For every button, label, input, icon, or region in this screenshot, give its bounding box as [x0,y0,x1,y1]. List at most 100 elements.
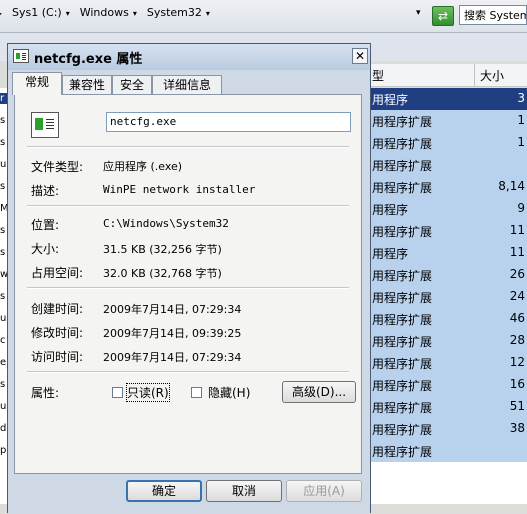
size-label: 大小: [31,242,60,256]
file-name-field[interactable]: netcfg.exe [106,112,351,132]
file-list: 用程序 3 用程序扩展 1 用程序扩展 1 用程序扩展 用程序扩展 8,14 用程序 9 … [370,88,527,504]
file-size-cell: 46 [509,311,525,325]
file-type-cell: 用程序扩展 [372,357,433,371]
file-type-cell: 用程序扩展 [372,291,433,305]
file-size-cell: 1 [517,135,525,149]
file-row[interactable]: 用程序 3 [370,88,527,110]
breadcrumb-separator-icon: ▸ [0,9,3,18]
file-size-cell: 28 [509,333,525,347]
hidden-checkbox-label[interactable]: 隐藏(H) [208,384,250,401]
explorer-address-bar: ▸ Sys1 (C:) ▾ Windows ▾ System32 ▾ ▾ ⇄ 搜索 Syst… [0,0,527,33]
divider [27,205,349,207]
size-on-disk-value: 32.0 KB (32,768 字节) [103,267,222,280]
modified-label: 修改时间: [31,326,84,340]
file-size-cell: 38 [509,421,525,435]
ok-button[interactable]: 确定 [126,480,202,502]
file-size-cell: 51 [509,399,525,413]
tab-general[interactable]: 常规 [12,72,62,95]
file-size-cell: 12 [509,355,525,369]
file-type-cell: 用程序 [372,93,409,107]
file-size-cell: 3 [517,91,525,105]
created-label: 创建时间: [31,302,84,316]
accessed-value: 2009年7月14日, 07:29:34 [103,351,242,364]
divider [27,287,349,289]
file-row[interactable]: 用程序扩展 8,14 [370,176,527,198]
column-header-size[interactable]: 大小 [480,67,504,84]
file-row[interactable]: 用程序扩展 38 [370,418,527,440]
search-input[interactable]: 搜索 System [459,5,527,25]
dialog-titlebar[interactable]: netcfg.exe 属性 ✕ [8,44,370,70]
readonly-checkbox[interactable] [112,387,123,398]
file-row[interactable]: 用程序扩展 26 [370,264,527,286]
file-row[interactable]: 用程序 9 [370,198,527,220]
hidden-checkbox[interactable] [191,387,202,398]
advanced-button[interactable]: 高级(D)... [282,381,356,403]
breadcrumb-item[interactable]: Windows [80,6,129,19]
file-size-cell: 11 [509,223,525,237]
description-label: 描述: [31,184,60,198]
properties-dialog: netcfg.exe 属性 ✕ 常规 兼容性 安全 详细信息 netcfg.ex… [7,43,371,514]
cancel-button[interactable]: 取消 [206,480,282,502]
file-type-cell: 用程序扩展 [372,225,433,239]
file-type-cell: 用程序扩展 [372,159,433,173]
file-row[interactable]: 用程序扩展 16 [370,374,527,396]
file-type-cell: 用程序扩展 [372,335,433,349]
file-type-value: 应用程序 (.exe) [103,160,183,173]
file-type-cell: 用程序扩展 [372,423,433,437]
chevron-down-icon[interactable]: ▾ [206,9,210,18]
file-row[interactable]: 用程序扩展 1 [370,132,527,154]
description-value: WinPE network installer [103,183,256,196]
chevron-down-icon[interactable]: ▾ [133,9,137,18]
refresh-icon: ⇄ [437,9,449,23]
divider [27,371,349,373]
file-row[interactable]: 用程序扩展 46 [370,308,527,330]
size-on-disk-label: 占用空间: [31,266,84,280]
location-value: C:\Windows\System32 [103,217,229,230]
file-type-cell: 用程序 [372,203,409,217]
tab-security[interactable]: 安全 [112,75,152,94]
dialog-title: netcfg.exe 属性 [34,52,143,67]
file-type-cell: 用程序扩展 [372,115,433,129]
file-size-cell: 11 [509,245,525,259]
file-type-cell: 用程序扩展 [372,313,433,327]
file-type-cell: 用程序扩展 [372,401,433,415]
file-type-cell: 用程序扩展 [372,445,433,459]
chevron-down-icon[interactable]: ▾ [66,9,70,18]
file-row[interactable]: 用程序 11 [370,242,527,264]
file-row[interactable]: 用程序扩展 24 [370,286,527,308]
column-divider[interactable] [474,64,475,86]
apply-button[interactable]: 应用(A) [286,480,362,502]
file-row[interactable]: 用程序扩展 28 [370,330,527,352]
size-value: 31.5 KB (32,256 字节) [103,243,222,256]
readonly-checkbox-label[interactable]: 只读(R) [126,383,170,402]
file-row[interactable]: 用程序扩展 1 [370,110,527,132]
close-button[interactable]: ✕ [352,48,368,64]
location-label: 位置: [31,218,60,232]
file-row[interactable]: 用程序扩展 [370,440,527,462]
file-type-cell: 用程序 [372,247,409,261]
divider [27,146,349,148]
file-type-cell: 用程序扩展 [372,181,433,195]
tab-details[interactable]: 详细信息 [152,75,222,94]
file-size-cell: 26 [509,267,525,281]
breadcrumb-item[interactable]: System32 [147,6,202,19]
file-size-cell: 1 [517,113,525,127]
file-type-cell: 用程序扩展 [372,269,433,283]
accessed-label: 访问时间: [31,350,84,364]
general-tab-panel: netcfg.exe 文件类型: 应用程序 (.exe) 描述: WinPE n… [14,94,362,474]
column-headers: 型 大小 [370,64,527,87]
file-row[interactable]: 用程序扩展 51 [370,396,527,418]
breadcrumb[interactable]: ▸ Sys1 (C:) ▾ Windows ▾ System32 ▾ [0,6,220,19]
attributes-label: 属性: [31,386,60,400]
refresh-button[interactable]: ⇄ [432,6,454,26]
address-history-dropdown-icon[interactable]: ▾ [416,8,421,18]
tab-compatibility[interactable]: 兼容性 [62,75,112,94]
file-size-cell: 16 [509,377,525,391]
file-row[interactable]: 用程序扩展 [370,154,527,176]
file-row[interactable]: 用程序扩展 11 [370,220,527,242]
column-header-type[interactable]: 型 [372,67,384,84]
file-row[interactable]: 用程序扩展 12 [370,352,527,374]
created-value: 2009年7月14日, 07:29:34 [103,303,242,316]
breadcrumb-item[interactable]: Sys1 (C:) [12,6,62,19]
file-size-cell: 24 [509,289,525,303]
